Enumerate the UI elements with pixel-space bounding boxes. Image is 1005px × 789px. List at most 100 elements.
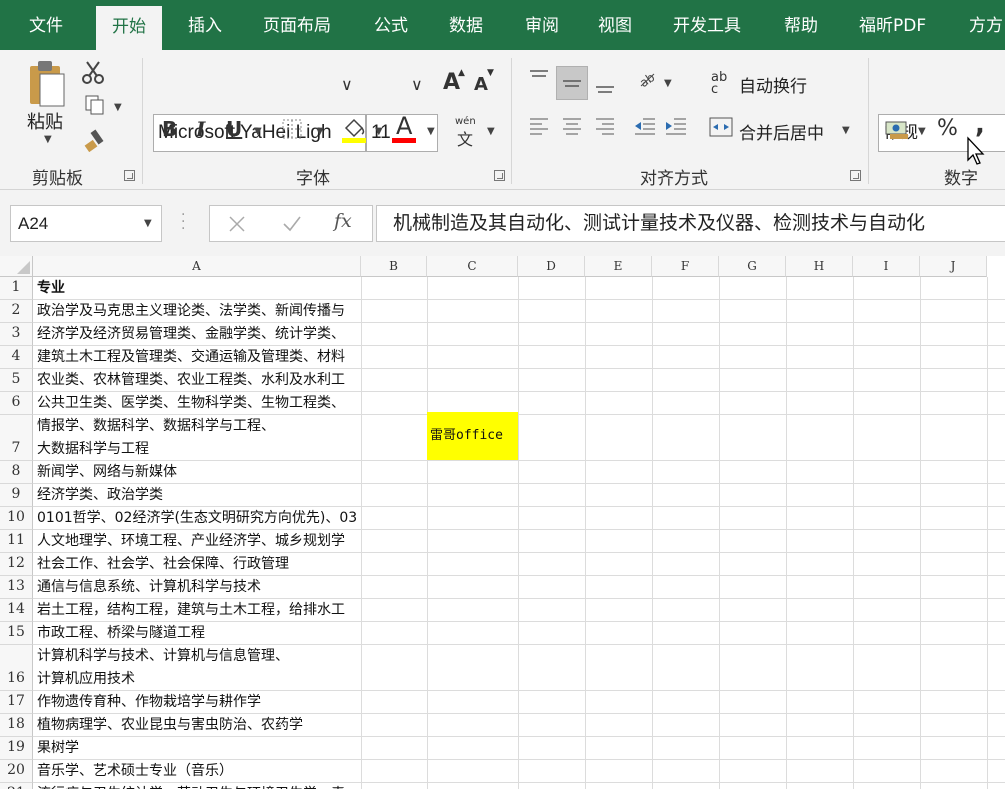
row-header[interactable]: 3 <box>0 323 33 346</box>
column-header[interactable]: C <box>427 256 518 277</box>
align-center-icon[interactable] <box>561 116 583 138</box>
tab-11[interactable]: 福昕PDF <box>859 0 926 50</box>
row-header[interactable]: 9 <box>0 484 33 507</box>
increase-indent-icon[interactable] <box>664 116 688 138</box>
orientation-icon[interactable]: ab <box>636 68 658 90</box>
formula-input[interactable]: 机械制造及其自动化、测试计量技术及仪器、检测技术与自动化 <box>376 205 1005 242</box>
font-dialog-launcher-icon[interactable] <box>494 170 505 181</box>
accounting-dropdown-icon[interactable]: ▼ <box>918 126 926 137</box>
enter-icon[interactable] <box>282 215 302 233</box>
wrap-text-icon[interactable]: c <box>711 82 718 97</box>
fill-color-dropdown-icon[interactable]: ▼ <box>375 126 383 137</box>
row-header[interactable]: 5 <box>0 369 33 392</box>
row-header[interactable]: 13 <box>0 576 33 599</box>
row-header[interactable]: 6 <box>0 392 33 415</box>
spreadsheet-grid[interactable]: A B C D E F G H I J 1 专业 2 政治学及马克思主义理论类、法学类、新闻传播与 3 经济学… <box>0 256 1005 789</box>
merge-center-icon[interactable] <box>709 116 733 138</box>
row-header[interactable]: 2 <box>0 300 33 323</box>
tab-7[interactable]: 审阅 <box>525 0 559 50</box>
row-header[interactable]: 21 <box>0 783 33 789</box>
column-header[interactable]: D <box>518 256 585 277</box>
insert-function-icon[interactable]: fx <box>334 210 352 232</box>
column-header[interactable]: H <box>786 256 853 277</box>
table-row[interactable]: 市政工程、桥梁与隧道工程 <box>33 622 361 645</box>
table-row[interactable]: 岩土工程，结构工程，建筑与土木工程，给排水工 <box>33 599 361 622</box>
table-row[interactable]: 流行病与卫生统计学、劳动卫生与环境卫生学、毒 <box>33 783 361 789</box>
table-row[interactable]: 专业 <box>33 277 361 300</box>
font-name-dropdown-icon[interactable]: ∨ <box>341 75 353 94</box>
table-row[interactable]: 作物遗传育种、作物栽培学与耕作学 <box>33 691 361 714</box>
select-all-corner[interactable] <box>0 256 33 277</box>
row-header[interactable]: 20 <box>0 760 33 783</box>
table-row[interactable]: 农业类、农林管理类、农业工程类、水利及水利工 <box>33 369 361 392</box>
row-header[interactable]: 4 <box>0 346 33 369</box>
paste-button-label[interactable]: 粘贴 <box>27 108 63 134</box>
paste-icon[interactable] <box>26 58 68 110</box>
tab-10[interactable]: 帮助 <box>784 0 818 50</box>
wrap-text-button[interactable]: 自动换行 <box>739 72 807 97</box>
row-header[interactable]: 19 <box>0 737 33 760</box>
row-header[interactable]: 7 <box>0 415 33 461</box>
shrink-font-icon[interactable]: A <box>474 74 488 95</box>
tab-9[interactable]: 开发工具 <box>673 0 741 50</box>
highlighted-cell-c7[interactable]: 雷哥office <box>427 412 518 460</box>
copy-dropdown-icon[interactable]: ▼ <box>114 102 122 113</box>
table-row[interactable]: 公共卫生类、医学类、生物科学类、生物工程类、 <box>33 392 361 415</box>
decrease-indent-icon[interactable] <box>633 116 657 138</box>
phonetic-dropdown-icon[interactable]: ▼ <box>487 126 495 137</box>
phonetic-icon[interactable]: 文 <box>457 126 473 150</box>
align-top-icon[interactable] <box>528 68 550 90</box>
underline-button[interactable]: U <box>226 117 242 141</box>
column-header[interactable]: G <box>719 256 786 277</box>
tab-2[interactable]: 开始 <box>96 6 162 50</box>
row-header[interactable]: 18 <box>0 714 33 737</box>
font-size-dropdown-icon[interactable]: ∨ <box>411 75 423 94</box>
name-box[interactable]: A24 <box>10 205 162 242</box>
cut-icon[interactable] <box>82 60 104 84</box>
alignment-dialog-launcher-icon[interactable] <box>850 170 861 181</box>
row-header[interactable]: 1 <box>0 277 33 300</box>
comma-style-button[interactable]: , <box>975 110 985 140</box>
table-row[interactable]: 计算机科学与技术、计算机与信息管理、 计算机应用技术 <box>33 645 361 691</box>
table-row[interactable]: 社会工作、社会学、社会保障、行政管理 <box>33 553 361 576</box>
cancel-icon[interactable] <box>228 215 246 233</box>
align-bottom-icon[interactable] <box>594 74 616 96</box>
row-header[interactable]: 16 <box>0 645 33 691</box>
format-painter-icon[interactable] <box>84 128 108 152</box>
tab-5[interactable]: 公式 <box>374 0 408 50</box>
tab-1[interactable]: 文件 <box>29 0 63 50</box>
merge-dropdown-icon[interactable]: ▼ <box>842 125 850 136</box>
name-box-dropdown-icon[interactable]: ▼ <box>144 218 152 229</box>
column-header[interactable]: A <box>33 256 361 277</box>
tab-8[interactable]: 视图 <box>598 0 632 50</box>
borders-icon[interactable] <box>281 118 303 140</box>
accounting-format-icon[interactable] <box>884 118 912 142</box>
table-row[interactable]: 果树学 <box>33 737 361 760</box>
merge-center-button[interactable]: 合并后居中 <box>739 119 824 144</box>
column-header[interactable]: F <box>652 256 719 277</box>
clipboard-dialog-launcher-icon[interactable] <box>124 170 135 181</box>
row-header[interactable]: 15 <box>0 622 33 645</box>
column-header[interactable]: B <box>361 256 427 277</box>
row-header[interactable]: 14 <box>0 599 33 622</box>
align-left-icon[interactable] <box>528 116 550 138</box>
row-header[interactable]: 11 <box>0 530 33 553</box>
table-row[interactable]: 情报学、数据科学、数据科学与工程、 大数据科学与工程 <box>33 415 361 461</box>
align-right-icon[interactable] <box>594 116 616 138</box>
tab-12[interactable]: 方方 <box>969 0 1003 50</box>
column-header[interactable]: E <box>585 256 652 277</box>
copy-icon[interactable] <box>84 94 106 116</box>
tab-6[interactable]: 数据 <box>449 0 483 50</box>
column-header[interactable]: J <box>920 256 987 277</box>
table-row[interactable]: 音乐学、艺术硕士专业（音乐） <box>33 760 361 783</box>
row-header[interactable]: 8 <box>0 461 33 484</box>
table-row[interactable]: 经济学及经济贸易管理类、金融学类、统计学类、 <box>33 323 361 346</box>
tab-3[interactable]: 插入 <box>188 0 222 50</box>
bold-button[interactable]: B <box>162 117 177 141</box>
row-header[interactable]: 17 <box>0 691 33 714</box>
table-row[interactable]: 新闻学、网络与新媒体 <box>33 461 361 484</box>
table-row[interactable]: 建筑土木工程及管理类、交通运输及管理类、材料 <box>33 346 361 369</box>
percent-style-button[interactable]: % <box>937 116 958 141</box>
table-row[interactable]: 人文地理学、环境工程、产业经济学、城乡规划学 <box>33 530 361 553</box>
paste-dropdown-icon[interactable]: ▼ <box>44 134 52 145</box>
